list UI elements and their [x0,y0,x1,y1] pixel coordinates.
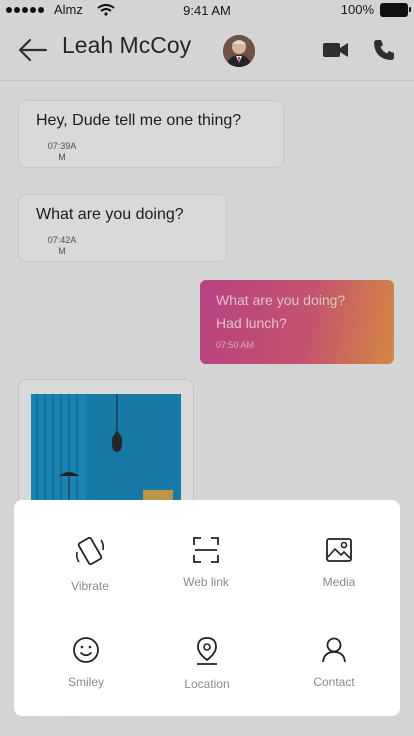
attach-option-media[interactable]: Media [284,536,394,589]
message-time-line1: 07:42A [47,235,77,245]
web-link-icon [193,537,219,563]
attach-option-smiley[interactable]: Smiley [31,636,141,689]
contact-name[interactable]: Leah McCoy [62,32,191,59]
attach-option-vibrate[interactable]: Vibrate [35,536,145,593]
attach-option-location[interactable]: Location [152,636,262,691]
vibrate-icon [75,536,105,566]
phone-call-icon[interactable] [372,38,396,62]
attach-option-label: Vibrate [71,579,109,593]
media-icon [326,538,352,562]
message-text: Hey, Dude tell me one thing? [36,112,242,129]
message-time-line2: M [58,246,66,256]
attach-option-label: Contact [313,675,355,689]
attach-option-label: Smiley [67,675,104,689]
attach-option-label: Web link [183,575,229,589]
message-time: 07:39A M [42,141,82,163]
message-time: 07:50 AM [216,340,255,350]
smiley-icon [73,637,99,663]
attachment-sheet: Vibrate Web link Media Smiley Location C… [14,500,400,716]
contact-icon [322,637,346,663]
message-text-line2: Had lunch? [216,315,287,331]
composer-hint [18,716,88,728]
attach-option-label: Location [184,677,230,691]
chat-header: Leah McCoy [0,22,414,81]
status-bar: Almz 9:41 AM 100% [0,0,414,22]
attach-option-contact[interactable]: Contact [279,636,389,689]
message-time: 07:42A M [42,235,82,257]
message-text: What are you doing? [36,206,184,223]
battery-icon [380,2,411,17]
incoming-message[interactable]: Hey, Dude tell me one thing? 07:39A M [18,100,284,168]
message-time-line2: M [58,152,66,162]
battery-percent: 100% [340,2,374,17]
video-call-icon[interactable] [322,39,350,61]
avatar[interactable] [223,35,255,67]
location-icon [197,637,217,665]
back-arrow-icon[interactable] [16,35,48,65]
attach-option-web-link[interactable]: Web link [151,536,261,589]
outgoing-message[interactable]: What are you doing? Had lunch? 07:50 AM [200,280,394,364]
message-text-line1: What are you doing? [216,292,346,308]
status-right: 100% [340,2,411,17]
attach-option-label: Media [322,575,356,589]
incoming-message[interactable]: What are you doing? 07:42A M [18,194,227,262]
avatar-photo [223,35,255,67]
message-time-line1: 07:39A [47,141,77,151]
